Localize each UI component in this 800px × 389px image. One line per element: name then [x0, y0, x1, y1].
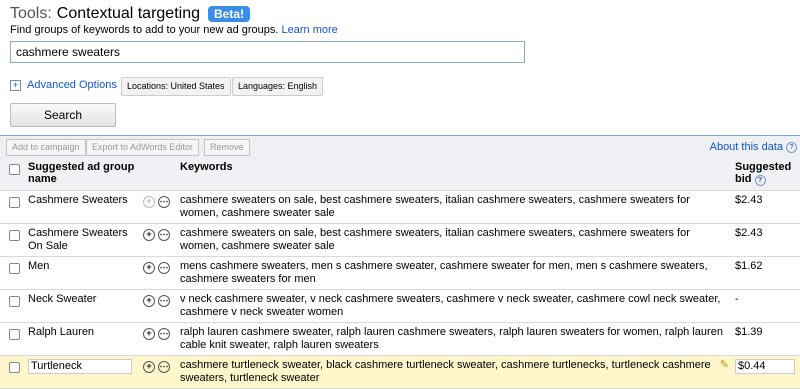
search-button[interactable]: Search: [10, 103, 116, 127]
group-name: Ralph Lauren: [25, 322, 140, 356]
table-row: Cashmere Sweaters On Sale + ⋯ cashmere sw…: [0, 223, 800, 257]
row-checkbox-cell: [0, 289, 25, 323]
subtitle: Find groups of keywords to add to your n…: [10, 24, 338, 36]
keywords-text: ralph lauren cashmere sweater, ralph lau…: [177, 322, 732, 356]
about-this-data-link[interactable]: About this data: [710, 141, 783, 153]
add-group-icon[interactable]: +: [143, 196, 155, 208]
add-group-icon[interactable]: +: [143, 229, 155, 241]
table-row: Cashmere Sweaters + ⋯ cashmere sweaters o…: [0, 190, 800, 224]
row-checkbox[interactable]: [9, 362, 20, 373]
row-checkbox[interactable]: [9, 296, 20, 307]
bid-value: $1.39: [732, 322, 800, 356]
keywords-text: mens cashmere sweaters, men s cashmere s…: [177, 256, 732, 290]
column-header-group[interactable]: Suggested ad group name: [25, 159, 140, 191]
subtitle-text: Find groups of keywords to add to your n…: [10, 24, 279, 36]
keywords-text: cashmere turtleneck sweater, black cashm…: [180, 359, 711, 384]
learn-more-link[interactable]: Learn more: [282, 24, 338, 36]
advanced-options-link[interactable]: Advanced Options: [27, 79, 117, 91]
add-group-icon[interactable]: +: [143, 295, 155, 307]
group-name: Cashmere Sweaters On Sale: [25, 223, 140, 257]
select-all-checkbox[interactable]: [9, 164, 20, 175]
row-checkbox-cell: [0, 223, 25, 257]
table-row: Men + ⋯ mens cashmere sweaters, men s cas…: [0, 256, 800, 290]
group-name: Neck Sweater: [25, 289, 140, 323]
table-header-row: Suggested ad group name Keywords Suggest…: [0, 159, 800, 191]
export-button[interactable]: Export to AdWords Editor: [86, 139, 199, 156]
bid-help-icon[interactable]: ?: [754, 175, 766, 186]
column-header-actions: [140, 159, 177, 191]
more-options-icon[interactable]: ⋯: [158, 295, 170, 307]
add-group-icon[interactable]: +: [143, 262, 155, 274]
row-actions: + ⋯: [140, 256, 177, 290]
search-input[interactable]: cashmere sweaters: [10, 41, 525, 63]
title-row: Tools: Contextual targeting Beta!: [10, 3, 251, 25]
add-group-icon[interactable]: +: [143, 328, 155, 340]
group-name: Men: [25, 256, 140, 290]
row-checkbox-cell: [0, 256, 25, 290]
bid-value: $1.62: [732, 256, 800, 290]
row-actions: + ⋯: [140, 223, 177, 257]
table-row: Neck Sweater + ⋯ v neck cashmere sweater,…: [0, 289, 800, 323]
help-icon[interactable]: ?: [786, 141, 797, 153]
row-checkbox[interactable]: [9, 329, 20, 340]
row-actions: + ⋯: [140, 289, 177, 323]
add-group-icon[interactable]: +: [143, 361, 155, 373]
languages-chip[interactable]: Languages: English: [232, 77, 324, 96]
page-title: Contextual targeting: [56, 5, 200, 22]
table-row: Ralph Lauren + ⋯ ralph lauren cashmere sw…: [0, 322, 800, 356]
column-header-keywords[interactable]: Keywords: [177, 159, 732, 191]
more-options-icon[interactable]: ⋯: [158, 262, 170, 274]
expand-plus-icon[interactable]: +: [10, 79, 21, 91]
select-all-cell: [0, 159, 25, 191]
results-toolbar: Add to campaign Export to AdWords Editor…: [0, 135, 800, 160]
advanced-options[interactable]: + Advanced Options: [10, 79, 117, 91]
group-name: Cashmere Sweaters: [25, 190, 140, 224]
tools-label: Tools:: [10, 5, 52, 22]
more-options-icon[interactable]: ⋯: [158, 361, 170, 373]
keywords-text: cashmere sweaters on sale, best cashmere…: [177, 223, 732, 257]
add-to-campaign-button[interactable]: Add to campaign: [6, 139, 86, 156]
bid-value: -: [732, 289, 800, 323]
more-options-icon[interactable]: ⋯: [158, 328, 170, 340]
bid-value: $2.43: [732, 223, 800, 257]
row-actions: + ⋯: [140, 190, 177, 224]
row-checkbox[interactable]: [9, 263, 20, 274]
keywords-text: cashmere sweaters on sale, best cashmere…: [177, 190, 732, 224]
keywords-text: v neck cashmere sweater, v neck cashmere…: [177, 289, 732, 323]
row-actions: + ⋯: [140, 322, 177, 356]
row-checkbox[interactable]: [9, 230, 20, 241]
beta-badge: Beta!: [208, 6, 251, 22]
column-header-bid[interactable]: Suggested bid?: [732, 159, 800, 191]
bid-edit-field[interactable]: $0.44: [735, 359, 795, 374]
results-table: Suggested ad group name Keywords Suggest…: [0, 159, 800, 389]
row-checkbox[interactable]: [9, 197, 20, 208]
more-options-icon[interactable]: ⋯: [158, 196, 170, 208]
pencil-icon[interactable]: ✎: [720, 359, 729, 372]
row-checkbox-cell: [0, 322, 25, 356]
row-checkbox-cell: [0, 190, 25, 224]
locations-chip[interactable]: Locations: United States: [121, 77, 231, 96]
group-name-edit-field[interactable]: Turtleneck: [28, 359, 132, 374]
remove-button[interactable]: Remove: [204, 139, 250, 156]
bid-value: $2.43: [732, 190, 800, 224]
more-options-icon[interactable]: ⋯: [158, 229, 170, 241]
about-this-data[interactable]: About this data ?: [710, 141, 797, 153]
